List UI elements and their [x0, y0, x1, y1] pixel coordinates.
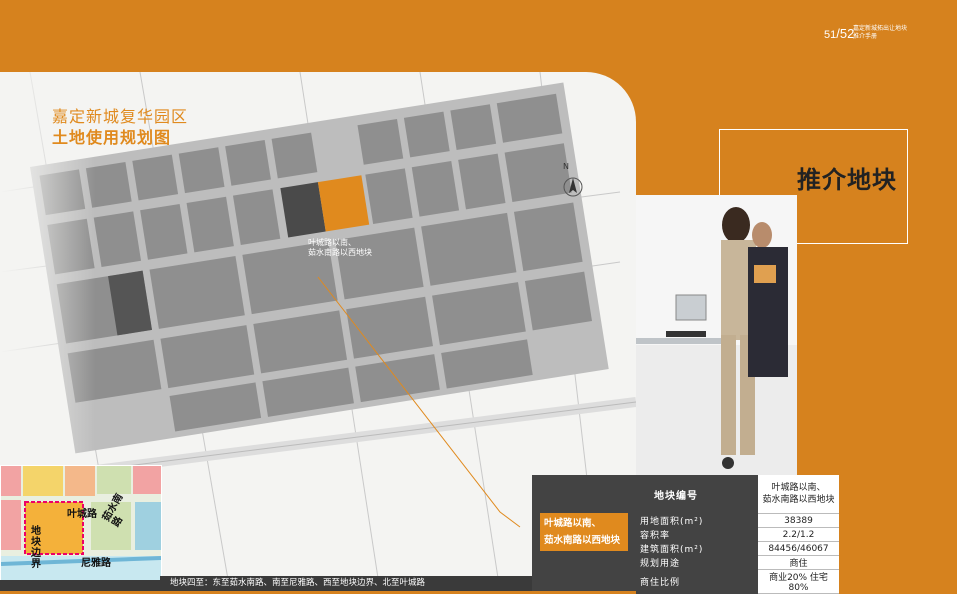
- map-title-line2: 土地使用规划图: [52, 128, 172, 147]
- inset-west-boundary: 地块边界: [31, 526, 41, 570]
- parcel-info-table: 地块编号 叶城路以南、 茹水南路以西地块 用地面积(m²) 38389 容积率 …: [636, 475, 839, 594]
- inset-footer-strip: [0, 580, 160, 591]
- inset-road-south: 尼雅路: [81, 558, 111, 569]
- document-title-line1: 嘉定新城拓出让地块: [853, 25, 908, 32]
- table-row: 规划用途 商住: [636, 555, 839, 570]
- business-people-photo: [636, 195, 797, 475]
- inset-map: 叶城路 茹水南路 地块边界 尼雅路: [0, 465, 162, 582]
- inset-road-north: 叶城路: [67, 509, 97, 520]
- row-key: 建筑面积(m²): [636, 541, 758, 556]
- head-value-line2: 茹水南路以西地块: [762, 495, 835, 505]
- head-value-line1: 叶城路以南、: [771, 483, 826, 493]
- callout-line2: 茹水南路以西地块: [544, 535, 621, 546]
- parcel-label-line1: 叶城路以南、: [308, 238, 356, 247]
- document-title: 嘉定新城拓出让地块 推介手册: [853, 25, 907, 41]
- parcel-boundaries-caption: 地块四至：东至茹水南路、南至尼雅路、西至地块边界、北至叶城路: [160, 576, 532, 591]
- page-total: /52: [836, 26, 855, 41]
- table-head-key: 地块编号: [636, 475, 758, 514]
- callout-label: 叶城路以南、 茹水南路以西地块: [540, 513, 628, 551]
- section-title: 推介地块: [797, 166, 897, 194]
- row-value: 商住: [758, 555, 839, 570]
- table-row: 容积率 2.2/1.2: [636, 527, 839, 542]
- page-current: 51: [824, 29, 837, 41]
- callout-line1: 叶城路以南、: [544, 518, 602, 529]
- row-value: 2.2/1.2: [758, 527, 839, 542]
- document-title-line2: 推介手册: [853, 33, 878, 40]
- row-key: 用地面积(m²): [636, 513, 758, 528]
- parcel-label-line2: 茹水南路以西地块: [308, 248, 372, 257]
- table-row: 地块编号 叶城路以南、 茹水南路以西地块: [636, 475, 839, 514]
- row-key: 容积率: [636, 527, 758, 542]
- table-head-value: 叶城路以南、 茹水南路以西地块: [758, 475, 839, 514]
- row-key: 商住比例: [636, 569, 758, 594]
- info-table: 地块编号 叶城路以南、 茹水南路以西地块 用地面积(m²) 38389 容积率 …: [636, 475, 839, 594]
- row-value: 38389: [758, 513, 839, 528]
- photo-illustration: [636, 195, 797, 475]
- table-row: 商住比例 商业20% 住宅80%: [636, 569, 839, 594]
- table-row: 建筑面积(m²) 84456/46067: [636, 541, 839, 556]
- page-number: 51/52: [824, 26, 854, 41]
- north-label: N: [563, 162, 569, 171]
- parcel-label: 叶城路以南、 茹水南路以西地块: [308, 238, 372, 258]
- row-value: 商业20% 住宅80%: [758, 569, 839, 594]
- table-row: 用地面积(m²) 38389: [636, 513, 839, 528]
- row-value: 84456/46067: [758, 541, 839, 556]
- row-key: 规划用途: [636, 555, 758, 570]
